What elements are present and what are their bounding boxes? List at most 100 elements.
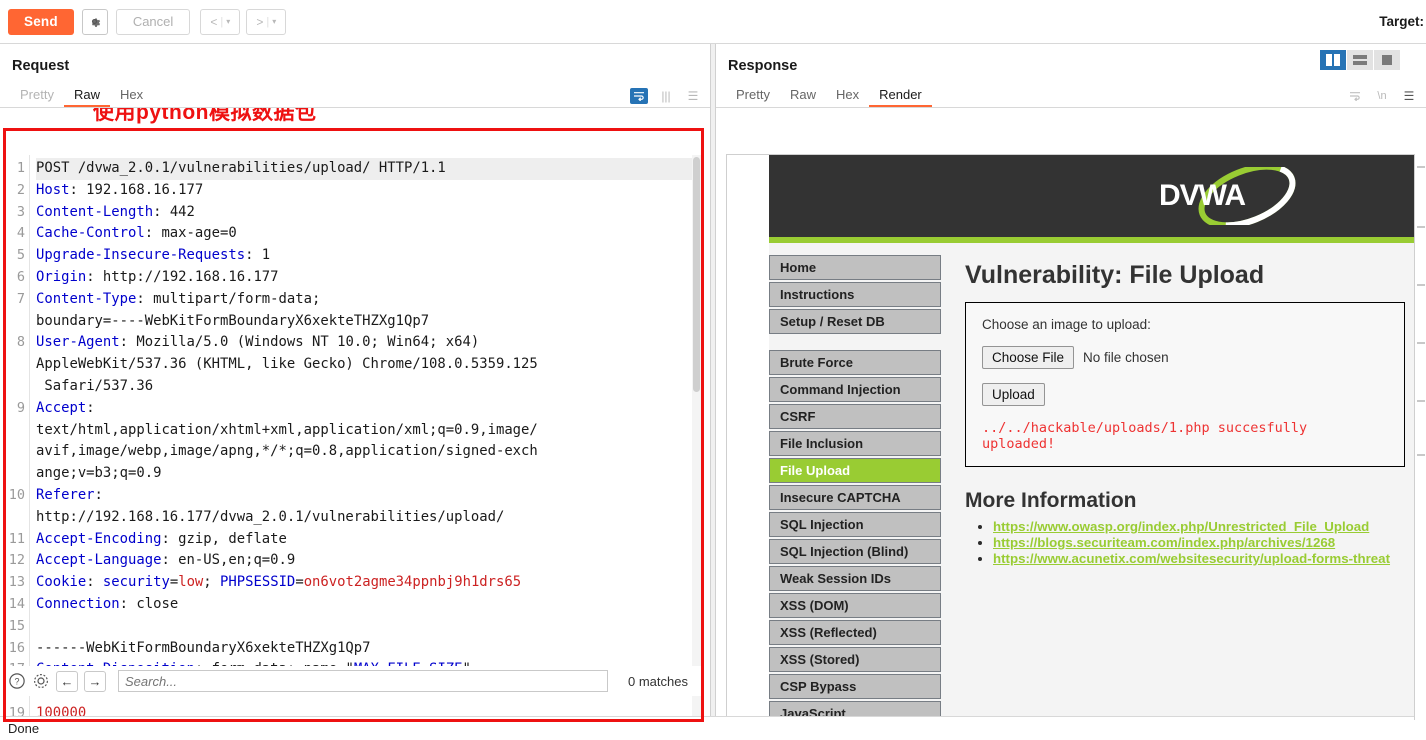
- status-text: Done: [8, 721, 40, 736]
- previous-request-button[interactable]: < | ▾: [200, 8, 241, 35]
- tab-pretty[interactable]: Pretty: [10, 88, 64, 107]
- upload-result-message: ../../hackable/uploads/1.php succesfully…: [982, 420, 1308, 452]
- scrollbar-tick: [1417, 342, 1425, 344]
- layout-split-horizontal-button[interactable]: [1347, 50, 1373, 70]
- scrollbar-tick: [1417, 454, 1425, 456]
- upload-prompt: Choose an image to upload:: [982, 317, 1151, 332]
- sidebar-item-brute-force[interactable]: Brute Force: [769, 350, 941, 375]
- list-item: https://www.owasp.org/index.php/Unrestri…: [993, 519, 1426, 534]
- dvwa-logo-text: DVWA: [1159, 179, 1246, 212]
- navigation-button-group: < | ▾ > | ▾: [200, 8, 287, 35]
- tab-render[interactable]: Render: [869, 88, 932, 107]
- search-match-count: 0 matches: [628, 673, 688, 689]
- send-button[interactable]: Send: [8, 8, 74, 35]
- more-information-title: More Information: [965, 489, 1137, 512]
- chevron-left-icon: <: [210, 14, 218, 29]
- wrap-lines-icon[interactable]: [1346, 88, 1364, 104]
- layout-single-pane-button[interactable]: [1374, 50, 1400, 70]
- main-split: Request 使用python模拟数据包 Pretty Raw Hex |||…: [0, 44, 1426, 722]
- request-tab-icons: ||| ☰: [630, 88, 702, 104]
- list-item: https://blogs.securiteam.com/index.php/a…: [993, 535, 1426, 550]
- tab-raw[interactable]: Raw: [63, 88, 110, 107]
- request-title: Request: [12, 58, 70, 74]
- gear-icon[interactable]: [32, 672, 50, 690]
- layout-toggle-group: [1320, 50, 1400, 70]
- scrollbar-tick: [1417, 166, 1425, 168]
- sidebar-item-file-upload[interactable]: File Upload: [769, 458, 941, 483]
- dvwa-page: DVWA Home Instructions Setup / Reset DB …: [727, 155, 1426, 719]
- upload-button[interactable]: Upload: [982, 383, 1045, 406]
- info-link-owasp[interactable]: https://www.owasp.org/index.php/Unrestri…: [993, 519, 1369, 534]
- chevron-down-icon: ▾: [226, 17, 231, 26]
- arrow-right-icon: →: [88, 673, 102, 689]
- tab-pretty[interactable]: Pretty: [726, 88, 780, 107]
- request-tabstrip: Pretty Raw Hex ||| ☰: [0, 82, 710, 108]
- divider: |: [266, 15, 270, 28]
- request-editor[interactable]: 1234567 8 9 10 111213141516171819 POST /…: [6, 155, 701, 719]
- divider: |: [220, 15, 224, 28]
- tab-hex[interactable]: Hex: [826, 88, 869, 107]
- info-link-securiteam[interactable]: https://blogs.securiteam.com/index.php/a…: [993, 535, 1335, 550]
- scrollbar-tick: [1417, 284, 1425, 286]
- response-pane: Response Pretty Raw Hex Render \n ☰ DVWA…: [716, 44, 1426, 720]
- sidebar-item-xss-reflected[interactable]: XSS (Reflected): [769, 620, 941, 645]
- chevron-down-icon: ▾: [272, 17, 277, 26]
- response-outer-scrollbar[interactable]: [1414, 154, 1426, 720]
- nav-group-1: Home Instructions Setup / Reset DB: [769, 255, 941, 334]
- request-scrollbar-thumb[interactable]: [693, 157, 700, 392]
- menu-icon[interactable]: ☰: [684, 88, 702, 104]
- top-toolbar: Send Cancel < | ▾ > | ▾ Target:: [0, 0, 1426, 44]
- chevron-right-icon: >: [256, 14, 264, 29]
- sidebar-item-xss-stored[interactable]: XSS (Stored): [769, 647, 941, 672]
- dvwa-logo: DVWA: [1147, 163, 1327, 229]
- sidebar-item-insecure-captcha[interactable]: Insecure CAPTCHA: [769, 485, 941, 510]
- sidebar-item-home[interactable]: Home: [769, 255, 941, 280]
- choose-file-button[interactable]: Choose File: [982, 346, 1075, 369]
- search-next-button[interactable]: →: [84, 670, 106, 692]
- dvwa-sidebar: Home Instructions Setup / Reset DB Brute…: [769, 243, 949, 719]
- cancel-button[interactable]: Cancel: [115, 8, 191, 35]
- wrap-lines-icon[interactable]: [630, 88, 648, 104]
- request-search-bar: ? ← → 0 matches: [0, 666, 710, 696]
- sidebar-item-setup-reset-db[interactable]: Setup / Reset DB: [769, 309, 941, 334]
- sidebar-item-csp-bypass[interactable]: CSP Bypass: [769, 674, 941, 699]
- dvwa-body: Home Instructions Setup / Reset DB Brute…: [769, 243, 1426, 719]
- sidebar-item-sql-injection[interactable]: SQL Injection: [769, 512, 941, 537]
- request-scrollbar[interactable]: [692, 155, 701, 719]
- response-tab-icons: \n ☰: [1346, 88, 1418, 104]
- help-icon[interactable]: ?: [8, 672, 26, 690]
- svg-text:?: ?: [14, 676, 19, 686]
- sidebar-item-csrf[interactable]: CSRF: [769, 404, 941, 429]
- request-raw-text[interactable]: POST /dvwa_2.0.1/vulnerabilities/upload/…: [30, 155, 701, 719]
- tab-raw[interactable]: Raw: [780, 88, 826, 107]
- sidebar-item-instructions[interactable]: Instructions: [769, 282, 941, 307]
- dvwa-header: DVWA: [769, 155, 1426, 237]
- upload-form: Choose an image to upload: Choose File N…: [965, 302, 1405, 467]
- menu-icon[interactable]: ☰: [1400, 88, 1418, 104]
- scrollbar-tick: [1417, 400, 1425, 402]
- sidebar-item-sql-injection-blind[interactable]: SQL Injection (Blind): [769, 539, 941, 564]
- file-name-label: No file chosen: [1083, 350, 1169, 365]
- line-number-gutter: 1234567 8 9 10 111213141516171819: [6, 155, 30, 719]
- page-title: Vulnerability: File Upload: [965, 261, 1265, 289]
- sidebar-item-file-inclusion[interactable]: File Inclusion: [769, 431, 941, 456]
- rendered-response: DVWA Home Instructions Setup / Reset DB …: [726, 154, 1426, 720]
- tab-hex[interactable]: Hex: [110, 88, 153, 107]
- search-input[interactable]: [118, 670, 608, 692]
- arrow-left-icon: ←: [60, 673, 74, 689]
- search-previous-button[interactable]: ←: [56, 670, 78, 692]
- list-item: https://www.acunetix.com/websitesecurity…: [993, 551, 1426, 566]
- layout-split-vertical-button[interactable]: [1320, 50, 1346, 70]
- next-request-button[interactable]: > | ▾: [246, 8, 287, 35]
- columns-icon[interactable]: |||: [657, 88, 675, 104]
- settings-gear-button[interactable]: [81, 8, 108, 35]
- gear-icon: [92, 18, 101, 27]
- sidebar-item-xss-dom[interactable]: XSS (DOM): [769, 593, 941, 618]
- sidebar-item-weak-session-ids[interactable]: Weak Session IDs: [769, 566, 941, 591]
- newline-icon[interactable]: \n: [1373, 88, 1391, 104]
- status-bar: Done: [0, 716, 1426, 740]
- sidebar-item-command-injection[interactable]: Command Injection: [769, 377, 941, 402]
- info-link-acunetix[interactable]: https://www.acunetix.com/websitesecurity…: [993, 551, 1390, 566]
- request-pane: Request 使用python模拟数据包 Pretty Raw Hex |||…: [0, 44, 710, 722]
